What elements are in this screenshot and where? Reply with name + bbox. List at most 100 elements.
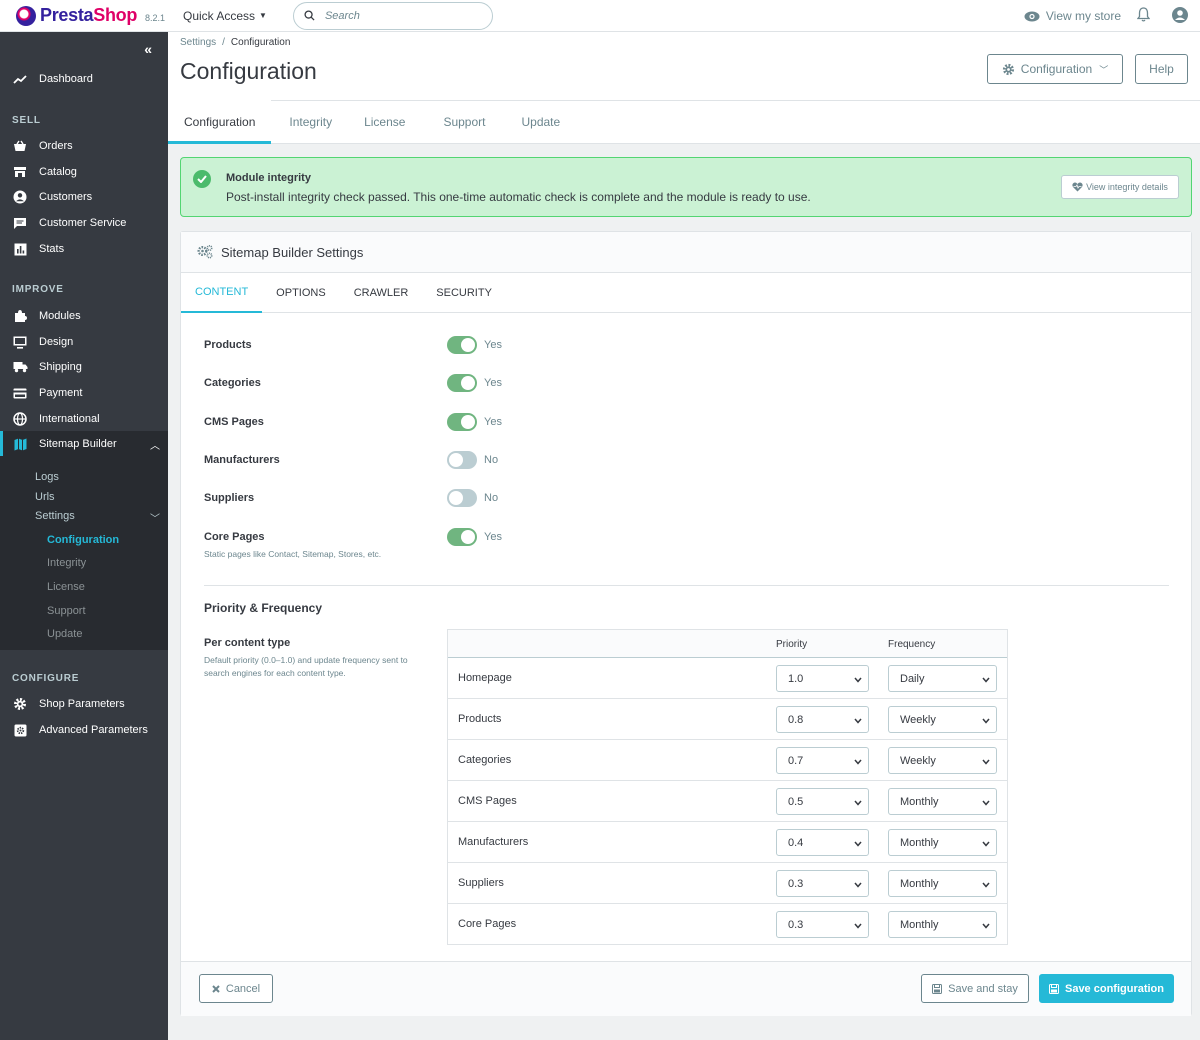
tab-license[interactable]: License (348, 100, 421, 144)
toggle-suppliers[interactable] (447, 489, 477, 507)
view-store-link[interactable]: View my store (1024, 9, 1121, 23)
subtab-options[interactable]: OPTIONS (262, 273, 340, 313)
sidebar-item-design[interactable]: Design (0, 329, 168, 355)
frequency-select[interactable]: Monthly (888, 829, 997, 856)
search-input[interactable]: Search (292, 1, 493, 30)
section-sell: SELL (12, 115, 41, 126)
chevron-down-icon (982, 838, 990, 850)
frequency-select[interactable]: Daily (888, 665, 997, 692)
sidebar-subitem-urls[interactable]: Urls (35, 491, 55, 503)
view-integrity-details-button[interactable]: View integrity details (1061, 175, 1179, 199)
tab-integrity[interactable]: Integrity (271, 100, 348, 144)
toggle-cms-pages[interactable] (447, 413, 477, 431)
save-and-stay-button[interactable]: Save and stay (921, 974, 1029, 1003)
sidebar-item-customer-service[interactable]: Customer Service (0, 210, 168, 236)
priority-select[interactable]: 1.0 (776, 665, 869, 692)
help-core-pages: Static pages like Contact, Sitemap, Stor… (204, 549, 382, 559)
help-per-content-type: Default priority (0.0–1.0) and update fr… (204, 655, 408, 678)
save-icon (1048, 983, 1059, 994)
basket-icon (12, 138, 28, 154)
subtab-content[interactable]: CONTENT (181, 273, 263, 313)
subtab-crawler[interactable]: CRAWLER (340, 273, 423, 313)
toggle-products[interactable] (447, 336, 477, 354)
sidebar-item-shop-parameters[interactable]: Shop Parameters (0, 691, 168, 717)
toggle-categories-state: Yes (484, 377, 502, 389)
logo[interactable]: PrestaShop 8.2.1 (16, 5, 168, 26)
column-frequency: Frequency (888, 639, 936, 650)
save-configuration-button[interactable]: Save configuration (1039, 974, 1174, 1003)
sidebar-item-modules[interactable]: Modules (0, 303, 168, 329)
chevron-down-icon (854, 920, 862, 932)
sidebar-subitem-support[interactable]: Support (47, 605, 86, 617)
sidebar-subitem-settings[interactable]: Settings ﹀ (35, 510, 160, 525)
sidebar-item-shipping[interactable]: Shipping (0, 354, 168, 380)
sidebar-subitem-logs[interactable]: Logs (35, 471, 59, 483)
frequency-select[interactable]: Weekly (888, 747, 997, 774)
priority-select[interactable]: 0.8 (776, 706, 869, 733)
priority-select[interactable]: 0.4 (776, 829, 869, 856)
tab-update[interactable]: Update (501, 100, 576, 144)
chevron-down-icon: ﹀ (1099, 64, 1109, 75)
label-per-content-type: Per content type (204, 637, 291, 649)
toggle-products-state: Yes (484, 339, 502, 351)
table-row: Suppliers 0.3 Monthly (448, 863, 1007, 904)
sidebar-item-orders[interactable]: Orders (0, 133, 168, 159)
frequency-select[interactable]: Monthly (888, 911, 997, 938)
alert-message: Post-install integrity check passed. Thi… (226, 190, 811, 204)
table-row: Categories 0.7 Weekly (448, 740, 1007, 781)
configuration-dropdown-button[interactable]: Configuration ﹀ (987, 54, 1123, 84)
priority-select[interactable]: 0.3 (776, 870, 869, 897)
sitemap-submenu: Logs Urls Settings ﹀ Configuration Integ… (0, 456, 168, 650)
chevron-down-icon (854, 674, 862, 686)
save-icon (932, 983, 943, 994)
sidebar-item-international[interactable]: International (0, 406, 168, 432)
map-icon (12, 436, 28, 452)
chevron-down-icon (982, 756, 990, 768)
chevron-down-icon (982, 920, 990, 932)
frequency-select[interactable]: Weekly (888, 706, 997, 733)
tab-support[interactable]: Support (421, 100, 501, 144)
sidebar-item-sitemap-builder[interactable]: Sitemap Builder ︿ (0, 431, 168, 457)
subtab-security[interactable]: SECURITY (422, 273, 506, 313)
notifications-bell-icon[interactable] (1136, 7, 1151, 25)
frequency-select[interactable]: Monthly (888, 870, 997, 897)
sidebar-item-catalog[interactable]: Catalog (0, 159, 168, 185)
chevron-down-icon (854, 797, 862, 809)
sidebar-item-payment[interactable]: Payment (0, 380, 168, 406)
chevron-down-icon (854, 838, 862, 850)
toggle-categories[interactable] (447, 374, 477, 392)
sidebar-subitem-license[interactable]: License (47, 581, 85, 593)
priority-select[interactable]: 0.3 (776, 911, 869, 938)
tab-configuration[interactable]: Configuration (168, 100, 272, 144)
sidebar-item-stats[interactable]: Stats (0, 236, 168, 262)
priority-select[interactable]: 0.5 (776, 788, 869, 815)
sidebar-item-advanced-parameters[interactable]: Advanced Parameters (0, 717, 168, 743)
toggle-manufacturers[interactable] (447, 451, 477, 469)
sidebar-item-dashboard[interactable]: Dashboard (0, 66, 168, 92)
sidebar-subitem-update[interactable]: Update (47, 628, 82, 640)
sidebar: « Dashboard SELL Orders Catalog Customer… (0, 32, 168, 1040)
priority-frequency-table: Priority Frequency Homepage 1.0 Daily Produ… (447, 629, 1008, 945)
breadcrumb: Settings / Configuration (180, 37, 291, 48)
divider (204, 585, 1169, 586)
row-label: CMS Pages (458, 795, 517, 807)
card-header: Sitemap Builder Settings (181, 232, 1191, 273)
cancel-button[interactable]: Cancel (199, 974, 273, 1003)
chevron-down-icon (854, 715, 862, 727)
frequency-select[interactable]: Monthly (888, 788, 997, 815)
help-button[interactable]: Help (1135, 54, 1188, 84)
quick-access-dropdown[interactable]: Quick Access ▼ (183, 9, 267, 23)
toggle-core-pages[interactable] (447, 528, 477, 546)
user-avatar-icon[interactable] (1172, 6, 1188, 26)
trending-up-icon (12, 71, 28, 87)
breadcrumb-settings[interactable]: Settings (180, 37, 216, 48)
chevron-down-icon: ﹀ (150, 514, 160, 525)
sidebar-item-customers[interactable]: Customers (0, 184, 168, 210)
sidebar-subitem-integrity[interactable]: Integrity (47, 557, 86, 569)
row-label: Homepage (458, 672, 512, 684)
priority-select[interactable]: 0.7 (776, 747, 869, 774)
check-circle-icon (193, 170, 211, 188)
truck-icon (12, 359, 28, 375)
sidebar-subitem-configuration[interactable]: Configuration (47, 534, 119, 546)
collapse-sidebar-icon[interactable]: « (144, 41, 152, 57)
